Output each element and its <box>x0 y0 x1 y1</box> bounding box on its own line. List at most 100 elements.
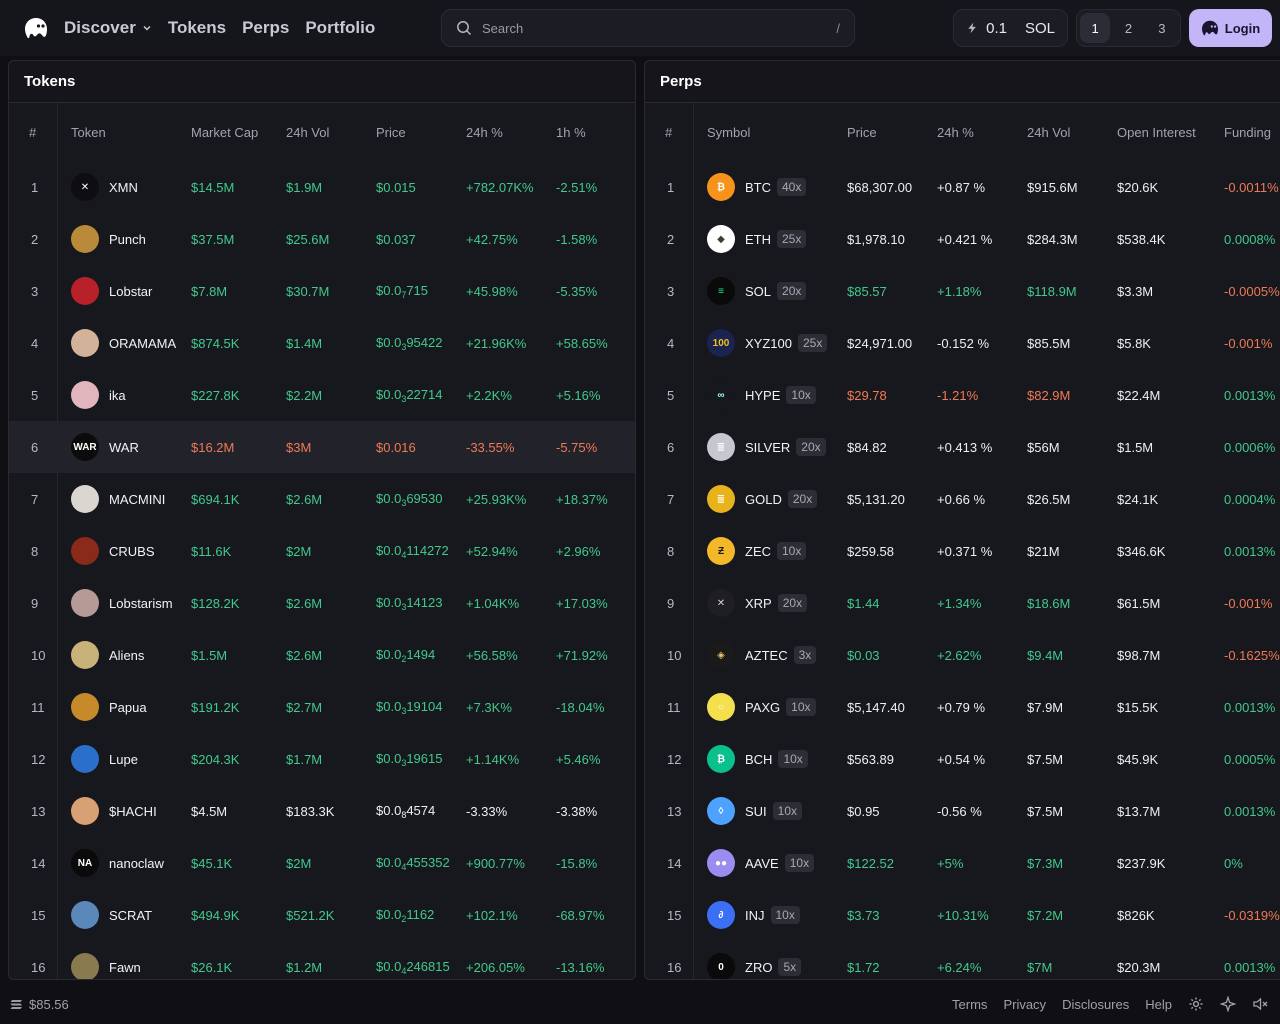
symbol-cell[interactable]: 0 ZRO 5x <box>707 953 847 979</box>
app-logo-icon[interactable] <box>24 17 48 39</box>
token-row[interactable]: 13 $HACHI $4.5M $183.3K $0.084574 -3.33% -3.38… <box>9 785 635 837</box>
token-row[interactable]: 5 ika $227.8K $2.2M $0.0322714 +2.2K% +5.16% <box>9 369 635 421</box>
perp-row[interactable]: 15 ∂ INJ 10x $3.73 +10.31% $7.2M $826K -0.0319% <box>645 889 1280 941</box>
symbol-cell[interactable]: ●● AAVE 10x <box>707 849 847 877</box>
token-cell[interactable]: Punch <box>71 225 191 253</box>
token-cell[interactable]: MACMINI <box>71 485 191 513</box>
symbol-cell[interactable]: ∞ HYPE 10x <box>707 381 847 409</box>
sparkle-icon[interactable] <box>1220 996 1236 1012</box>
token-cell[interactable]: Lobstarism <box>71 589 191 617</box>
col-funding[interactable]: Funding <box>1224 125 1280 140</box>
symbol-cell[interactable]: ₿ BCH 10x <box>707 745 847 773</box>
token-cell[interactable]: $HACHI <box>71 797 191 825</box>
token-cell[interactable]: NA nanoclaw <box>71 849 191 877</box>
settings-gear-icon[interactable] <box>1188 996 1204 1012</box>
col-price[interactable]: Price <box>376 125 466 140</box>
perp-row[interactable]: 5 ∞ HYPE 10x $29.78 -1.21% $82.9M $22.4M 0.0013% <box>645 369 1280 421</box>
col-24h-vol[interactable]: 24h Vol <box>286 125 376 140</box>
nav-perps[interactable]: Perps <box>242 18 289 38</box>
perp-row[interactable]: 8 Ƶ ZEC 10x $259.58 +0.371 % $21M $346.6K 0.0013… <box>645 525 1280 577</box>
col-token[interactable]: Token <box>71 125 191 140</box>
perp-row[interactable]: 2 ◆ ETH 25x $1,978.10 +0.421 % $284.3M $538.4K 0… <box>645 213 1280 265</box>
preset-3-button[interactable]: 3 <box>1147 13 1177 43</box>
token-cell[interactable]: CRUBS <box>71 537 191 565</box>
token-row[interactable]: 7 MACMINI $694.1K $2.6M $0.0369530 +25.93K% +1… <box>9 473 635 525</box>
nav-tokens[interactable]: Tokens <box>168 18 226 38</box>
token-row[interactable]: 1 ✕ XMN $14.5M $1.9M $0.015 +782.07K% -2.51% <box>9 161 635 213</box>
lightning-icon <box>968 22 976 34</box>
token-row[interactable]: 4 ORAMAMA $874.5K $1.4M $0.0395422 +21.96K% +5… <box>9 317 635 369</box>
token-row[interactable]: 12 Lupe $204.3K $1.7M $0.0319615 +1.14K% +5.46… <box>9 733 635 785</box>
token-cell[interactable]: ✕ XMN <box>71 173 191 201</box>
col-index[interactable]: # <box>9 125 71 140</box>
preset-2-button[interactable]: 2 <box>1113 13 1143 43</box>
symbol-cell[interactable]: 100 XYZ100 25x <box>707 329 847 357</box>
token-row[interactable]: 6 WAR WAR $16.2M $3M $0.016 -33.55% -5.75% <box>9 421 635 473</box>
token-row[interactable]: 2 Punch $37.5M $25.6M $0.037 +42.75% -1.58% <box>9 213 635 265</box>
token-cell[interactable]: ORAMAMA <box>71 329 191 357</box>
token-row[interactable]: 14 NA nanoclaw $45.1K $2M $0.04455352 +900.77%… <box>9 837 635 889</box>
token-row[interactable]: 8 CRUBS $11.6K $2M $0.04114272 +52.94% +2.96% <box>9 525 635 577</box>
login-button[interactable]: Login <box>1189 9 1272 47</box>
col-symbol[interactable]: Symbol <box>707 125 847 140</box>
perp-row[interactable]: 10 ◈ AZTEC 3x $0.03 +2.62% $9.4M $98.7M -0.1625% <box>645 629 1280 681</box>
perp-row[interactable]: 14 ●● AAVE 10x $122.52 +5% $7.3M $237.9K 0% <box>645 837 1280 889</box>
col-open-interest[interactable]: Open Interest <box>1117 125 1224 140</box>
token-cell[interactable]: Lobstar <box>71 277 191 305</box>
symbol-cell[interactable]: ✕ XRP 20x <box>707 589 847 617</box>
perp-row[interactable]: 13 ◊ SUI 10x $0.95 -0.56 % $7.5M $13.7M 0.0013% <box>645 785 1280 837</box>
symbol-cell[interactable]: ◆ ETH 25x <box>707 225 847 253</box>
nav-portfolio[interactable]: Portfolio <box>305 18 375 38</box>
symbol-cell[interactable]: ≡ SOL 20x <box>707 277 847 305</box>
col-24h-change[interactable]: 24h % <box>466 125 556 140</box>
perp-row[interactable]: 1 ₿ BTC 40x $68,307.00 +0.87 % $915.6M $20.6K -0… <box>645 161 1280 213</box>
col-24h-vol[interactable]: 24h Vol <box>1027 125 1117 140</box>
symbol-cell[interactable]: ₿ BTC 40x <box>707 173 847 201</box>
col-index[interactable]: # <box>645 125 707 140</box>
perp-row[interactable]: 16 0 ZRO 5x $1.72 +6.24% $7M $20.3M 0.0013% <box>645 941 1280 979</box>
token-cell[interactable]: Aliens <box>71 641 191 669</box>
privacy-link[interactable]: Privacy <box>1003 997 1046 1012</box>
search-input[interactable] <box>482 20 837 36</box>
token-cell[interactable]: WAR WAR <box>71 433 191 461</box>
token-cell[interactable]: SCRAT <box>71 901 191 929</box>
perp-row[interactable]: 3 ≡ SOL 20x $85.57 +1.18% $118.9M $3.3M -0.0005% <box>645 265 1280 317</box>
perp-row[interactable]: 7 ≣ GOLD 20x $5,131.20 +0.66 % $26.5M $24.1K 0.0… <box>645 473 1280 525</box>
perp-row[interactable]: 9 ✕ XRP 20x $1.44 +1.34% $18.6M $61.5M -0.001% <box>645 577 1280 629</box>
help-link[interactable]: Help <box>1145 997 1172 1012</box>
funding-rate: 0.0005% <box>1224 751 1276 767</box>
symbol-cell[interactable]: Ƶ ZEC 10x <box>707 537 847 565</box>
token-cell[interactable]: Papua <box>71 693 191 721</box>
symbol-cell[interactable]: ○ PAXG 10x <box>707 693 847 721</box>
token-row[interactable]: 11 Papua $191.2K $2.7M $0.0319104 +7.3K% -18.0… <box>9 681 635 733</box>
token-row[interactable]: 16 Fawn $26.1K $1.2M $0.04246815 +206.05% -13.… <box>9 941 635 979</box>
token-cell[interactable]: ika <box>71 381 191 409</box>
search-bar[interactable]: / <box>441 9 855 47</box>
col-24h-change[interactable]: 24h % <box>937 125 1027 140</box>
token-cell[interactable]: Lupe <box>71 745 191 773</box>
sol-price-ticker[interactable]: $85.56 <box>10 997 69 1012</box>
perp-row[interactable]: 6 ≣ SILVER 20x $84.82 +0.413 % $56M $1.5M 0.0006… <box>645 421 1280 473</box>
disclosures-link[interactable]: Disclosures <box>1062 997 1129 1012</box>
symbol-cell[interactable]: ≣ GOLD 20x <box>707 485 847 513</box>
terms-link[interactable]: Terms <box>952 997 987 1012</box>
token-cell[interactable]: Fawn <box>71 953 191 979</box>
mute-speaker-icon[interactable] <box>1252 996 1268 1012</box>
token-row[interactable]: 15 SCRAT $494.9K $521.2K $0.021162 +102.1% -68… <box>9 889 635 941</box>
symbol-cell[interactable]: ∂ INJ 10x <box>707 901 847 929</box>
symbol-cell[interactable]: ◊ SUI 10x <box>707 797 847 825</box>
perp-row[interactable]: 12 ₿ BCH 10x $563.89 +0.54 % $7.5M $45.9K 0.0005… <box>645 733 1280 785</box>
token-row[interactable]: 3 Lobstar $7.8M $30.7M $0.07715 +45.98% -5.35% <box>9 265 635 317</box>
nav-discover[interactable]: Discover <box>64 18 152 38</box>
col-1h-change[interactable]: 1h % <box>556 125 635 140</box>
symbol-cell[interactable]: ◈ AZTEC 3x <box>707 641 847 669</box>
preset-1-button[interactable]: 1 <box>1080 13 1111 43</box>
perp-row[interactable]: 11 ○ PAXG 10x $5,147.40 +0.79 % $7.9M $15.5K 0.0… <box>645 681 1280 733</box>
symbol-cell[interactable]: ≣ SILVER 20x <box>707 433 847 461</box>
quick-buy-amount[interactable]: 0.1 SOL <box>953 9 1068 47</box>
col-price[interactable]: Price <box>847 125 937 140</box>
token-row[interactable]: 9 Lobstarism $128.2K $2.6M $0.0314123 +1.04K%… <box>9 577 635 629</box>
perp-row[interactable]: 4 100 XYZ100 25x $24,971.00 -0.152 % $85.5M $5.… <box>645 317 1280 369</box>
col-market-cap[interactable]: Market Cap <box>191 125 286 140</box>
token-row[interactable]: 10 Aliens $1.5M $2.6M $0.021494 +56.58% +71.92… <box>9 629 635 681</box>
